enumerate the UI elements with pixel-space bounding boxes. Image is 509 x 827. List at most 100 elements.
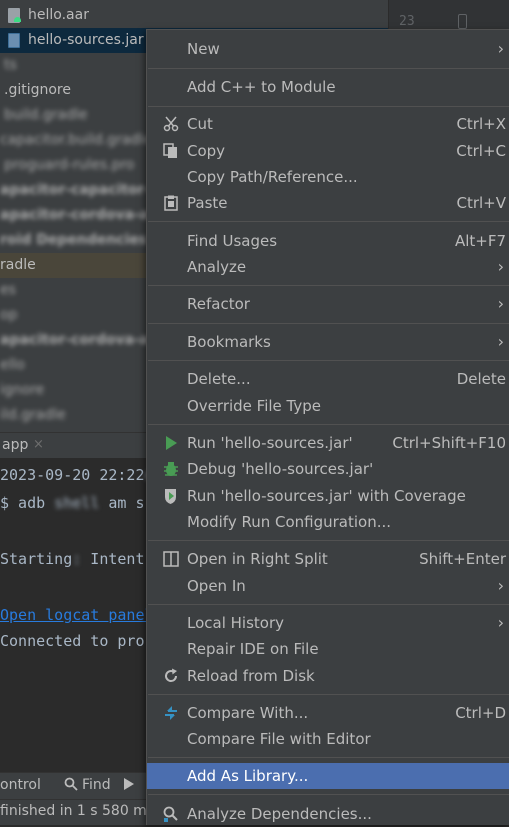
- menu-item-add-cpp[interactable]: Add C++ to Module: [147, 74, 509, 100]
- menu-item-shortcut: Ctrl+Shift+F10: [392, 434, 506, 452]
- close-icon[interactable]: ×: [33, 432, 44, 458]
- run-icon: [163, 435, 179, 451]
- tree-row-label: proguard-rules.pro: [4, 157, 135, 173]
- console-text-blurred: :: [72, 550, 82, 568]
- menu-item-repair-ide[interactable]: Repair IDE on File: [147, 636, 509, 662]
- menu-separator: [148, 285, 509, 286]
- console-text: am s: [99, 494, 145, 512]
- debug-icon: [163, 461, 179, 477]
- menu-item-open-right-split[interactable]: Open in Right Split Shift+Enter: [147, 546, 509, 572]
- tree-row-label: roid Dependencies: [0, 232, 148, 248]
- menu-separator: [148, 106, 509, 107]
- tree-row-label: capacitor.build.gradle: [0, 132, 152, 148]
- menu-item-compare-with-editor[interactable]: Compare File with Editor: [147, 726, 509, 752]
- menu-item-label: Add As Library...: [187, 767, 309, 785]
- menu-item-bookmarks[interactable]: Bookmarks ›: [147, 329, 509, 355]
- compare-icon: [163, 705, 179, 721]
- split-icon: [163, 551, 179, 567]
- menu-item-label: Open in Right Split: [187, 550, 328, 568]
- menu-item-open-in[interactable]: Open In ›: [147, 573, 509, 599]
- menu-item-shortcut: Shift+Enter: [419, 550, 506, 568]
- status-text: finished in 1 s 580 m: [0, 803, 147, 819]
- menu-item-label: Override File Type: [187, 397, 321, 415]
- tree-row-label: ts: [4, 57, 17, 73]
- menu-item-copy[interactable]: Copy Ctrl+C: [147, 138, 509, 164]
- menu-item-label: Analyze Dependencies...: [187, 805, 372, 823]
- tree-row-label: hello.aar: [28, 7, 89, 23]
- copy-icon: [163, 143, 179, 159]
- tree-row-label: build.gradle: [4, 107, 88, 123]
- menu-separator: [148, 540, 509, 541]
- jar-file-icon: [8, 33, 20, 48]
- console-text: $ adb: [0, 494, 55, 512]
- menu-item-label: Compare File with Editor: [187, 730, 371, 748]
- console-text: Connected to pro: [0, 632, 145, 650]
- menu-item-refactor[interactable]: Refactor ›: [147, 291, 509, 317]
- menu-separator: [148, 323, 509, 324]
- scissors-icon: [163, 116, 179, 132]
- menu-item-find-usages[interactable]: Find Usages Alt+F7: [147, 228, 509, 254]
- menu-item-analyze[interactable]: Analyze ›: [147, 254, 509, 280]
- clipboard-icon: [163, 195, 179, 211]
- menu-item-cut[interactable]: Cut Ctrl+X: [147, 111, 509, 137]
- menu-item-analyze-dependencies[interactable]: Analyze Dependencies...: [147, 801, 509, 827]
- menu-item-label: Paste: [187, 194, 228, 212]
- menu-item-label: New: [187, 40, 220, 58]
- menu-separator: [148, 360, 509, 361]
- menu-item-label: Analyze: [187, 258, 247, 276]
- tool-button-control[interactable]: ontrol: [0, 772, 41, 799]
- menu-item-new[interactable]: New ›: [147, 36, 509, 62]
- menu-item-run-coverage[interactable]: Run 'hello-sources.jar' with Coverage: [147, 483, 509, 509]
- tool-button-label: Find: [82, 777, 111, 793]
- run-tool-icon[interactable]: [124, 772, 134, 799]
- menu-separator: [148, 424, 509, 425]
- menu-separator: [148, 68, 509, 69]
- menu-item-shortcut: Alt+F7: [454, 232, 506, 250]
- menu-separator: [148, 221, 509, 222]
- tree-row-label: radle: [0, 257, 36, 273]
- fold-marker-icon[interactable]: [458, 14, 467, 29]
- console-text-blurred: shell: [54, 494, 100, 512]
- console-line: 2023-09-20 22:22ed: [0, 466, 163, 484]
- menu-item-label: Debug 'hello-sources.jar': [187, 460, 374, 478]
- menu-item-compare-with[interactable]: Compare With... Ctrl+D: [147, 700, 509, 726]
- chevron-right-icon: ›: [497, 613, 504, 632]
- tree-row-label: .gitignore: [4, 82, 71, 98]
- menu-item-label: Refactor: [187, 295, 250, 313]
- menu-item-modify-run-config[interactable]: Modify Run Configuration...: [147, 509, 509, 535]
- menu-item-add-as-library[interactable]: Add As Library...: [147, 763, 509, 789]
- console-line: Open logcat panel: [0, 606, 154, 624]
- menu-item-paste[interactable]: Paste Ctrl+V: [147, 190, 509, 216]
- menu-item-run[interactable]: Run 'hello-sources.jar' Ctrl+Shift+F10: [147, 430, 509, 456]
- console-line: Starting: Intent: [0, 550, 145, 568]
- open-logcat-link[interactable]: Open logcat panel: [0, 606, 154, 624]
- menu-item-override-file-type[interactable]: Override File Type: [147, 393, 509, 419]
- menu-item-shortcut: Ctrl+D: [455, 704, 506, 722]
- console-text: Starting: [0, 550, 73, 568]
- menu-item-label: Compare With...: [187, 704, 309, 722]
- console-line: Connected to pro: [0, 632, 145, 650]
- menu-item-debug[interactable]: Debug 'hello-sources.jar': [147, 456, 509, 482]
- menu-item-local-history[interactable]: Local History ›: [147, 610, 509, 636]
- menu-item-shortcut: Ctrl+X: [456, 115, 506, 133]
- menu-item-shortcut: Delete: [456, 370, 506, 388]
- menu-item-label: Copy Path/Reference...: [187, 168, 358, 186]
- menu-item-copy-path[interactable]: Copy Path/Reference...: [147, 164, 509, 190]
- reload-icon: [163, 668, 179, 684]
- menu-item-label: Bookmarks: [187, 333, 271, 351]
- tree-row-hello-aar[interactable]: hello.aar: [0, 3, 400, 28]
- android-badge-icon: [14, 17, 21, 22]
- chevron-right-icon: ›: [497, 294, 504, 313]
- tree-row-label: ild.gradle: [0, 407, 66, 423]
- menu-item-reload-from-disk[interactable]: Reload from Disk: [147, 663, 509, 689]
- menu-separator: [148, 694, 509, 695]
- tool-button-find[interactable]: Find: [64, 772, 111, 799]
- menu-separator: [148, 794, 509, 795]
- menu-separator: [148, 757, 509, 758]
- dependencies-icon: [163, 806, 179, 822]
- coverage-icon: [163, 488, 179, 504]
- chevron-right-icon: ›: [497, 257, 504, 276]
- console-line: $ adb shell am s: [0, 494, 145, 512]
- menu-item-delete[interactable]: Delete... Delete: [147, 366, 509, 392]
- run-tab-app[interactable]: app: [0, 432, 28, 458]
